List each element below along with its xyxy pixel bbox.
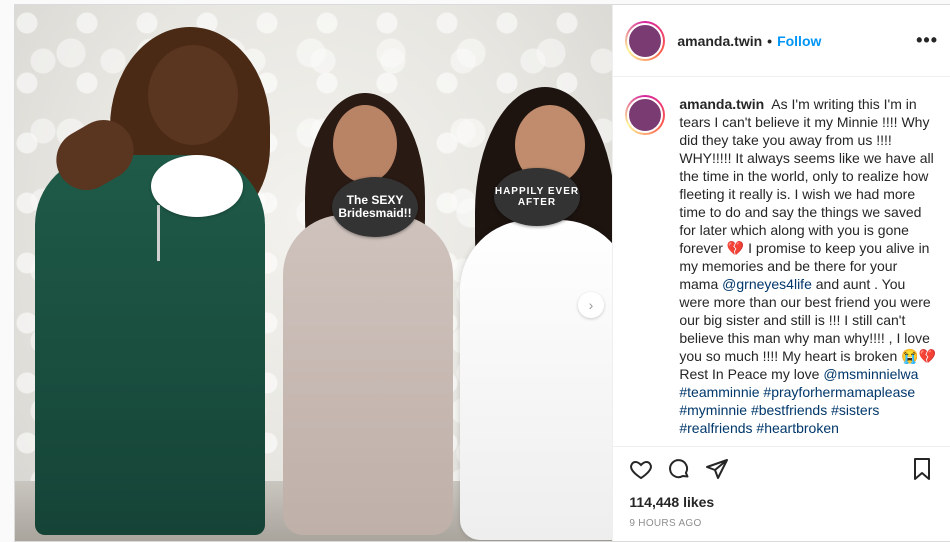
speech-bubble-prop [151, 155, 243, 217]
more-options-icon[interactable]: ••• [916, 30, 938, 51]
bookmark-icon[interactable] [906, 453, 938, 485]
prop-stick [157, 205, 160, 261]
heart-icon[interactable] [625, 453, 657, 485]
post-sidebar: amanda.twin • Follow ••• amanda.twin As … [612, 5, 950, 541]
hashtag-link[interactable]: #sisters [831, 402, 879, 418]
post-timestamp[interactable]: 9 HOURS AGO [613, 510, 950, 541]
mention-link[interactable]: @msminnielwa [823, 366, 918, 382]
green-dress [35, 155, 265, 535]
caption-body: As I'm writing this I'm in tears I can't… [679, 96, 934, 292]
face [333, 105, 397, 183]
hashtag-link[interactable]: #realfriends [679, 420, 752, 436]
post-header: amanda.twin • Follow ••• [613, 5, 950, 77]
instagram-post: The SEXY Bridesmaid!! HAPPILY EVER AFTER… [14, 4, 950, 542]
mention-link[interactable]: @grneyes4life [722, 276, 812, 292]
face [148, 45, 238, 145]
action-bar [613, 446, 950, 490]
header-username[interactable]: amanda.twin [677, 33, 762, 49]
hashtag-link[interactable]: #myminnie [679, 402, 747, 418]
comment-icon[interactable] [663, 453, 695, 485]
avatar[interactable] [625, 20, 666, 61]
hashtag-link[interactable]: #heartbroken [756, 420, 839, 436]
like-count[interactable]: 114,448 likes [613, 490, 950, 510]
caption-area: amanda.twin As I'm writing this I'm in t… [613, 77, 950, 446]
bridesmaid-dress [283, 215, 453, 535]
separator-dot: • [767, 32, 773, 49]
next-photo-button[interactable]: › [578, 292, 604, 318]
post-photo[interactable]: The SEXY Bridesmaid!! HAPPILY EVER AFTER… [15, 5, 613, 541]
caption-text: amanda.twin As I'm writing this I'm in t… [679, 95, 938, 441]
hashtag-link[interactable]: #bestfriends [751, 402, 827, 418]
chevron-right-icon: › [588, 297, 594, 313]
bridesmaid-sign: The SEXY Bridesmaid!! [332, 177, 418, 237]
happily-ever-after-sign: HAPPILY EVER AFTER [494, 168, 580, 226]
hashtag-link[interactable]: #prayforhermamaplease [763, 384, 915, 400]
wedding-dress [460, 220, 613, 540]
caption-avatar[interactable] [625, 95, 666, 135]
hashtag-link[interactable]: #teamminnie [679, 384, 759, 400]
paper-plane-icon[interactable] [701, 453, 733, 485]
caption-username[interactable]: amanda.twin [679, 96, 764, 112]
follow-button[interactable]: Follow [777, 33, 821, 49]
